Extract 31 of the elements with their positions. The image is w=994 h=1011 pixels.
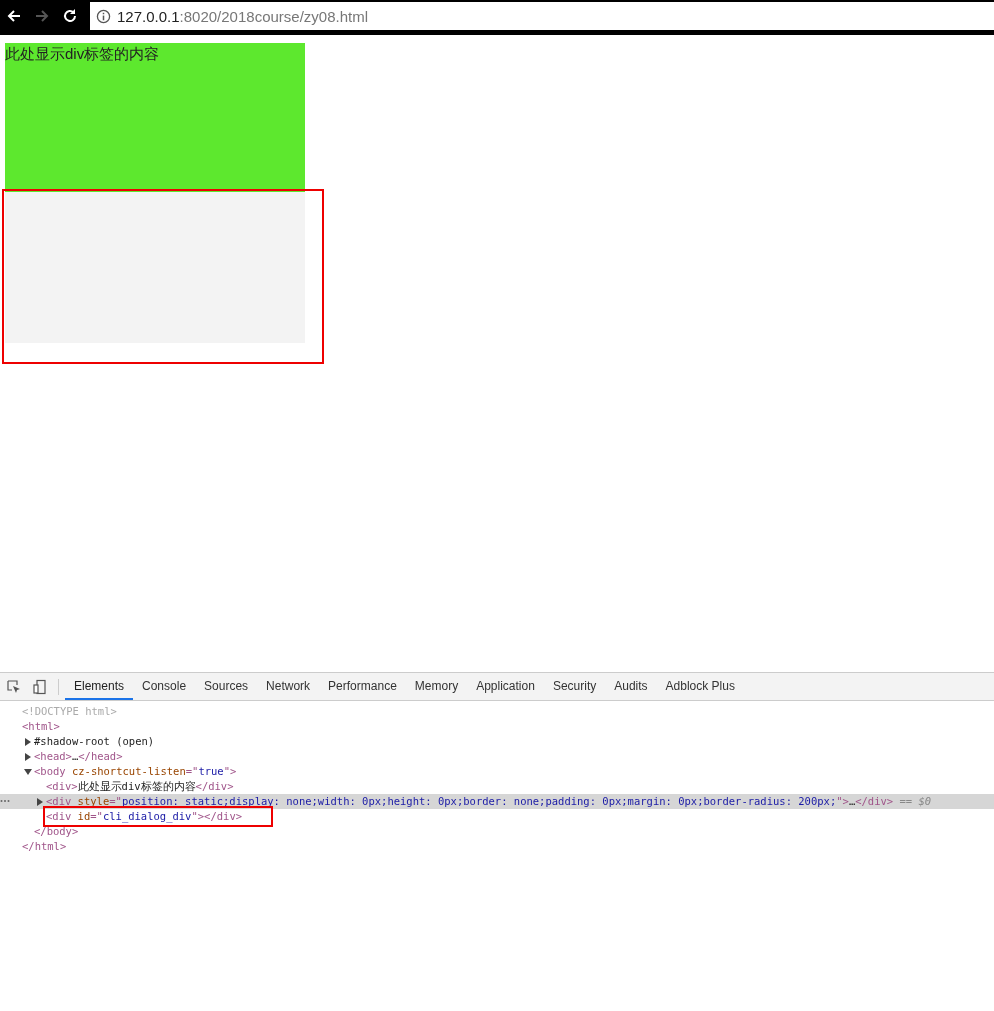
devtools-tab[interactable]: Adblock Plus bbox=[656, 673, 744, 700]
expand-arrow-icon[interactable] bbox=[24, 752, 32, 761]
devtools-tab[interactable]: Elements bbox=[65, 673, 134, 700]
inspect-icon[interactable] bbox=[6, 678, 22, 695]
devtools-tab[interactable]: Sources bbox=[195, 673, 258, 700]
devtools-tab[interactable]: Audits bbox=[605, 673, 657, 700]
div-text: 此处显示div标签的内容 bbox=[5, 45, 160, 62]
back-icon[interactable] bbox=[6, 8, 22, 24]
url-text: 127.0.0.1:8020/2018course/zy08.html bbox=[117, 7, 368, 25]
expand-arrow-icon[interactable] bbox=[24, 737, 32, 746]
devtools-tab[interactable]: Security bbox=[543, 673, 606, 700]
expand-arrow-icon[interactable] bbox=[36, 797, 44, 806]
dom-node-line[interactable]: <body cz-shortcut-listen="true"> bbox=[34, 764, 237, 779]
devtools-tab[interactable]: Application bbox=[467, 673, 544, 700]
dom-node-line[interactable]: <div id="cli_dialog_div"></div> bbox=[46, 809, 271, 824]
dom-node-line[interactable]: <div>此处显示div标签的内容</div> bbox=[46, 779, 234, 794]
address-bar[interactable]: 127.0.0.1:8020/2018course/zy08.html bbox=[90, 2, 994, 30]
dom-node-line[interactable]: </body> bbox=[34, 824, 79, 839]
device-icon[interactable] bbox=[32, 678, 48, 695]
dom-node-line[interactable]: <head>…</head> bbox=[34, 749, 123, 764]
reload-icon[interactable] bbox=[62, 8, 78, 24]
more-icon[interactable] bbox=[0, 799, 10, 803]
dom-node-line[interactable]: </html> bbox=[22, 839, 67, 854]
collapse-arrow-icon[interactable] bbox=[24, 767, 32, 776]
dom-node-line[interactable]: #shadow-root (open) bbox=[34, 734, 155, 749]
devtools-tab[interactable]: Performance bbox=[319, 673, 406, 700]
devtools-tab[interactable]: Console bbox=[133, 673, 196, 700]
devtools-tab[interactable]: Memory bbox=[405, 673, 468, 700]
info-icon[interactable] bbox=[96, 8, 111, 24]
dom-node-line[interactable]: <html> bbox=[22, 719, 60, 734]
devtools-tab[interactable]: Network bbox=[257, 673, 320, 700]
